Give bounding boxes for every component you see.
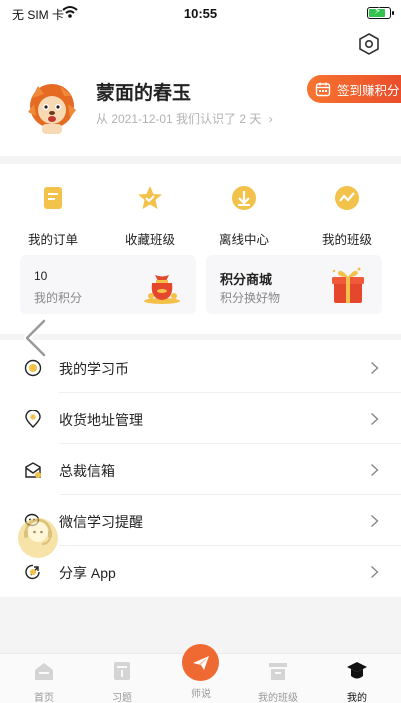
tab-label: 我的班级 [258, 693, 298, 703]
menu-item-study-coins[interactable]: 我的学习币 [0, 342, 401, 393]
tab-exercises[interactable]: 习题 [82, 654, 162, 703]
money-bag-icon [144, 275, 180, 304]
profile-header: 蒙面的春玉 从 2021-12-01 我们认识了 2 天 › 签到赚积分 [0, 28, 401, 156]
points-card[interactable]: 10 我的积分 [20, 255, 196, 314]
status-bar: 无 SIM 卡 10:55 ⚡ [0, 0, 401, 28]
back-arrow-icon[interactable] [22, 318, 48, 358]
tab-label: 师说 [191, 689, 211, 700]
menu-item-label: 总裁信箱 [59, 463, 115, 479]
menu-item-label: 收货地址管理 [59, 412, 143, 428]
chevron-right-icon [371, 514, 379, 528]
menu-item-label: 微信学习提醒 [59, 514, 143, 530]
settings-menu: 我的学习币 收货地址管理 总裁信箱 微信学习提醒 分享 App [0, 340, 401, 597]
chevron-right-icon [371, 412, 379, 426]
quick-action-my-class[interactable]: 我的班级 [307, 184, 387, 248]
gift-icon [332, 267, 364, 303]
home-icon [35, 663, 53, 680]
paper-plane-icon [192, 655, 209, 670]
points-mall-card[interactable]: 积分商城 积分换好物 [206, 255, 382, 314]
menu-item-ceo-mailbox[interactable]: 总裁信箱 [0, 444, 401, 495]
quick-action-label: 我的班级 [321, 233, 372, 247]
lion-avatar-icon[interactable] [24, 80, 80, 136]
checkin-button[interactable]: 签到赚积分 [307, 75, 401, 103]
battery-icon: ⚡ [367, 6, 394, 19]
member-since-link[interactable]: 从 2021-12-01 我们认识了 2 天 › [96, 110, 273, 127]
chevron-right-icon [371, 463, 379, 477]
menu-item-share-app[interactable]: 分享 App [0, 546, 401, 597]
quick-action-favorites[interactable]: 收藏班级 [110, 184, 190, 248]
tab-label: 我的 [347, 693, 367, 703]
tab-my-class[interactable]: 我的班级 [238, 654, 318, 703]
quick-action-offline[interactable]: 离线中心 [204, 184, 284, 248]
order-icon [44, 187, 62, 209]
customer-service-icon[interactable] [16, 508, 60, 560]
tab-mine[interactable]: 我的 [317, 654, 397, 703]
mailbox-icon [25, 462, 41, 478]
checkin-label: 签到赚积分 [337, 83, 400, 98]
quick-action-label: 离线中心 [218, 233, 269, 247]
classroom-icon [269, 663, 287, 680]
quick-action-orders[interactable]: 我的订单 [13, 184, 93, 248]
download-icon [232, 186, 256, 210]
menu-item-label: 分享 App [59, 565, 116, 581]
class-icon [335, 186, 359, 210]
location-icon [25, 410, 41, 428]
mall-title: 积分商城 [220, 272, 273, 287]
username: 蒙面的春玉 [96, 83, 192, 104]
chevron-right-icon [371, 361, 379, 375]
mall-subtitle: 积分换好物 [220, 291, 281, 305]
points-value: 10 [34, 269, 48, 283]
tab-home[interactable]: 首页 [4, 654, 84, 703]
quick-action-label: 我的订单 [27, 233, 78, 247]
coin-icon [24, 359, 42, 377]
member-since-text: 从 2021-12-01 我们认识了 2 天 [96, 112, 262, 126]
quick-actions-panel: 我的订单 收藏班级 离线中心 我的班级 10 我的积分 积分商城 积分换好物 [0, 164, 401, 334]
section-divider [6, 156, 396, 164]
settings-hexagon-icon[interactable] [357, 32, 381, 56]
share-icon [25, 564, 40, 580]
tab-label: 首页 [34, 693, 54, 703]
menu-item-wechat-reminder[interactable]: 微信学习提醒 [0, 495, 401, 546]
quick-action-label: 收藏班级 [124, 233, 175, 247]
menu-item-address[interactable]: 收货地址管理 [0, 393, 401, 444]
calendar-icon [315, 82, 331, 97]
exercise-icon [114, 662, 130, 680]
tab-label: 习题 [112, 693, 132, 703]
menu-item-label: 我的学习币 [59, 361, 129, 377]
chevron-right-icon: › [268, 112, 273, 126]
chevron-right-icon [371, 565, 379, 579]
graduation-cap-icon [347, 662, 367, 679]
points-label: 我的积分 [34, 291, 83, 305]
tab-teacher-talk[interactable] [182, 644, 219, 681]
clock: 10:55 [183, 6, 218, 21]
star-icon [138, 186, 162, 209]
